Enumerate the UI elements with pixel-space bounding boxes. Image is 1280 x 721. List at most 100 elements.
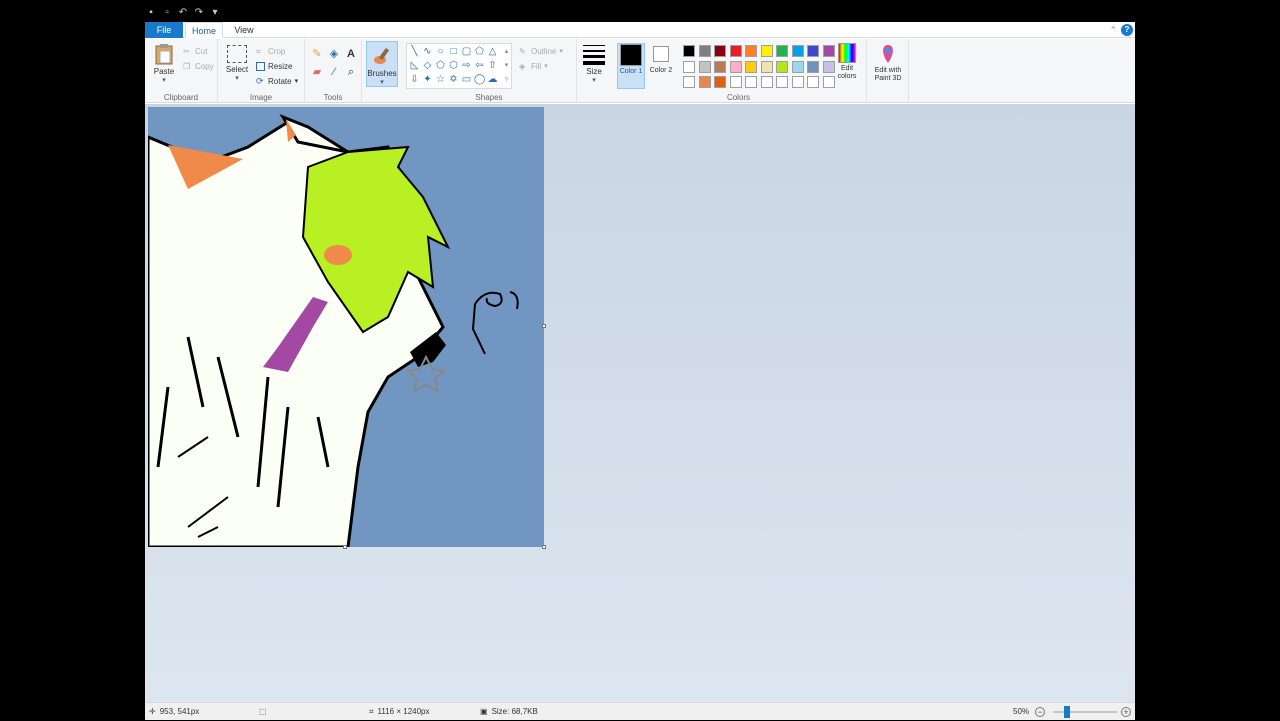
save-icon[interactable]: ▫	[161, 7, 173, 19]
paste-dropdown-icon[interactable]: ▾	[149, 76, 179, 84]
diamond-shape-icon[interactable]: ◇	[422, 60, 433, 71]
triangle-shape-icon[interactable]: △	[487, 46, 498, 57]
palette-swatch[interactable]	[760, 45, 773, 57]
palette-swatch[interactable]	[698, 45, 711, 57]
zoom-out-icon[interactable]: −	[1035, 707, 1045, 717]
size-dropdown-icon[interactable]: ▾	[580, 76, 608, 84]
hexagon-shape-icon[interactable]: ⬡	[448, 60, 459, 71]
text-tool-icon[interactable]: A	[345, 48, 357, 60]
palette-swatch[interactable]	[714, 45, 726, 57]
edit-colors-button[interactable]: Edit colors	[831, 43, 863, 81]
oval-callout-shape-icon[interactable]: ◯	[474, 74, 485, 85]
shapes-scroll-down-icon[interactable]: ▾	[501, 60, 512, 71]
palette-swatch[interactable]	[698, 60, 711, 73]
redo-icon[interactable]: ↷	[193, 7, 205, 19]
cloud-callout-shape-icon[interactable]: ☁	[487, 74, 498, 85]
palette-swatch[interactable]	[791, 45, 804, 57]
left-arrow-shape-icon[interactable]: ⇦	[474, 60, 485, 71]
palette-swatch[interactable]	[776, 45, 788, 57]
color1-button[interactable]: Color 1	[617, 43, 645, 89]
up-arrow-shape-icon[interactable]: ⇧	[487, 60, 498, 71]
rotate-button[interactable]: ⟳ Rotate ▾	[256, 75, 298, 87]
palette-swatch[interactable]	[807, 45, 819, 57]
rectangle-shape-icon[interactable]: □	[448, 46, 459, 57]
palette-swatch[interactable]	[760, 76, 773, 88]
tab-view[interactable]: View	[227, 22, 261, 38]
palette-swatch[interactable]	[714, 76, 726, 88]
palette-swatch[interactable]	[714, 60, 726, 73]
canvas-workspace[interactable]	[145, 104, 1135, 702]
paste-button[interactable]: Paste ▾	[149, 43, 179, 84]
palette-swatch[interactable]	[698, 76, 711, 88]
curve-shape-icon[interactable]: ∿	[422, 46, 433, 57]
tab-home[interactable]: Home	[185, 22, 223, 38]
resize-handle-bottom[interactable]	[343, 545, 347, 549]
help-icon[interactable]: ?	[1121, 24, 1133, 36]
oval-shape-icon[interactable]: ○	[435, 46, 446, 57]
clipboard-group: Paste ▾ ✂ Cut ❐ Copy Clipboard	[145, 39, 218, 103]
four-point-star-shape-icon[interactable]: ✦	[422, 74, 433, 85]
zoom-slider-thumb[interactable]	[1064, 706, 1070, 718]
polygon-shape-icon[interactable]: ⬠	[474, 46, 485, 57]
palette-swatch[interactable]	[683, 76, 695, 88]
resize-handle-corner[interactable]	[542, 545, 546, 549]
rotate-label: Rotate	[268, 76, 292, 86]
eraser-icon[interactable]: ▰	[311, 66, 323, 78]
right-triangle-shape-icon[interactable]: ◺	[409, 60, 420, 71]
right-arrow-shape-icon[interactable]: ⇨	[461, 60, 472, 71]
select-button[interactable]: Select ▾	[224, 43, 250, 82]
pencil-icon[interactable]: ✎	[311, 48, 323, 60]
minimize-ribbon-icon[interactable]: ⌃	[1109, 22, 1117, 38]
palette-swatch[interactable]	[791, 76, 804, 88]
brushes-dropdown-icon[interactable]: ▾	[367, 78, 397, 86]
rotate-dropdown-icon[interactable]: ▾	[295, 77, 299, 85]
outline-button[interactable]: ✎ Outline ▾	[519, 45, 563, 57]
six-point-star-shape-icon[interactable]: ✡	[448, 74, 459, 85]
shapes-scroll-up-icon[interactable]: ▴	[501, 46, 512, 57]
outline-dropdown-icon[interactable]: ▾	[559, 47, 563, 55]
crop-button[interactable]: ⌗ Crop	[256, 45, 285, 57]
resize-handle-right[interactable]	[542, 324, 546, 328]
size-button[interactable]: Size ▾	[580, 43, 608, 84]
color2-button[interactable]: Color 2	[647, 43, 675, 75]
palette-swatch[interactable]	[745, 60, 757, 73]
palette-swatch[interactable]	[729, 60, 742, 73]
tab-file[interactable]: File	[145, 22, 183, 38]
palette-swatch[interactable]	[745, 76, 757, 88]
zoom-slider-track[interactable]	[1053, 711, 1117, 713]
copy-button[interactable]: ❐ Copy	[183, 60, 214, 72]
undo-icon[interactable]: ↶	[177, 7, 189, 19]
palette-swatch[interactable]	[729, 76, 742, 88]
rect-callout-shape-icon[interactable]: ▭	[461, 74, 472, 85]
palette-swatch[interactable]	[807, 60, 819, 73]
customize-toolbar-icon[interactable]: ▾	[209, 7, 221, 19]
fill-dropdown-icon[interactable]: ▾	[544, 62, 548, 70]
five-point-star-shape-icon[interactable]: ☆	[435, 74, 446, 85]
palette-swatch[interactable]	[791, 60, 804, 73]
outside-doodle	[471, 291, 519, 355]
palette-swatch[interactable]	[683, 45, 695, 57]
palette-swatch[interactable]	[745, 45, 757, 57]
fill-bucket-icon[interactable]: ◈	[328, 48, 340, 60]
palette-swatch[interactable]	[776, 60, 788, 73]
selection-icon: ⬚	[259, 707, 267, 716]
cut-button[interactable]: ✂ Cut	[183, 45, 207, 57]
palette-swatch[interactable]	[807, 76, 819, 88]
zoom-in-icon[interactable]: +	[1121, 707, 1131, 717]
palette-swatch[interactable]	[776, 76, 788, 88]
resize-button[interactable]: Resize	[256, 60, 292, 72]
palette-swatch[interactable]	[729, 45, 742, 57]
pentagon-shape-icon[interactable]: ⬠	[435, 60, 446, 71]
shapes-expand-icon[interactable]: ▿	[501, 74, 512, 85]
palette-swatch[interactable]	[683, 60, 695, 73]
palette-swatch[interactable]	[760, 60, 773, 73]
magnifier-icon[interactable]: ⌕	[345, 66, 357, 78]
fill-button[interactable]: ◈ Fill ▾	[519, 60, 548, 72]
rounded-rectangle-shape-icon[interactable]: ▢	[461, 46, 472, 57]
down-arrow-shape-icon[interactable]: ⇩	[409, 74, 420, 85]
select-dropdown-icon[interactable]: ▾	[224, 74, 250, 82]
brushes-button[interactable]: Brushes ▾	[366, 41, 398, 87]
edit-with-paint3d-button[interactable]: Edit with Paint 3D	[869, 43, 907, 83]
line-shape-icon[interactable]: ╲	[409, 46, 420, 57]
color-picker-icon[interactable]: ⁄	[328, 66, 340, 78]
